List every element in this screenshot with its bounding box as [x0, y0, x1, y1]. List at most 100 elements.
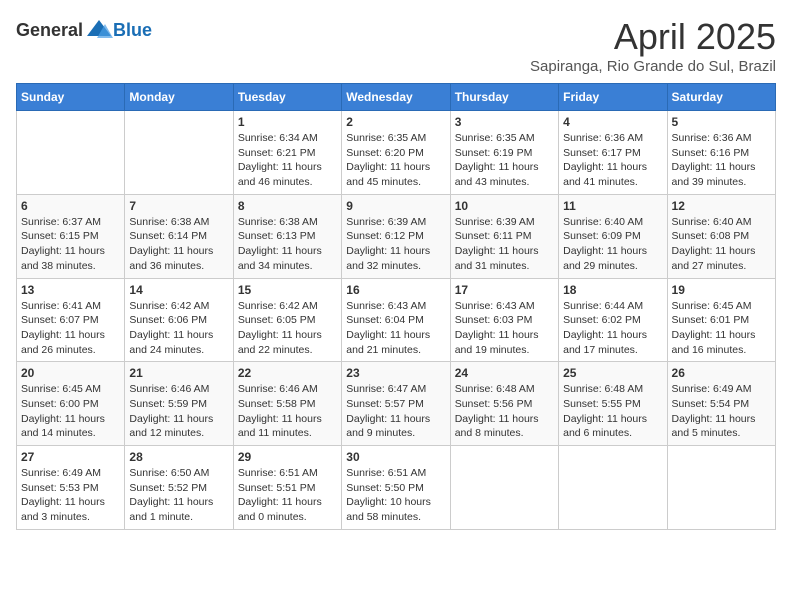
calendar-cell: 19Sunrise: 6:45 AM Sunset: 6:01 PM Dayli…: [667, 278, 775, 362]
day-number: 4: [563, 115, 662, 129]
day-info: Sunrise: 6:43 AM Sunset: 6:03 PM Dayligh…: [455, 299, 554, 358]
day-info: Sunrise: 6:36 AM Sunset: 6:17 PM Dayligh…: [563, 131, 662, 190]
day-number: 25: [563, 366, 662, 380]
day-info: Sunrise: 6:45 AM Sunset: 6:00 PM Dayligh…: [21, 382, 120, 441]
day-number: 22: [238, 366, 337, 380]
day-info: Sunrise: 6:39 AM Sunset: 6:12 PM Dayligh…: [346, 215, 445, 274]
weekday-header-row: SundayMondayTuesdayWednesdayThursdayFrid…: [17, 84, 776, 111]
calendar-cell: 8 Sunrise: 6:38 AM Sunset: 6:13 PM Daylig…: [233, 194, 341, 278]
day-info: Sunrise: 6:46 AM Sunset: 5:59 PM Dayligh…: [129, 382, 228, 441]
calendar-cell: 28Sunrise: 6:50 AM Sunset: 5:52 PM Dayli…: [125, 446, 233, 530]
day-number: 26: [672, 366, 771, 380]
calendar-cell: 6Sunrise: 6:37 AM Sunset: 6:15 PM Daylig…: [17, 194, 125, 278]
day-info: Sunrise: 6:51 AM Sunset: 5:50 PM Dayligh…: [346, 466, 445, 525]
calendar-cell: 15 Sunrise: 6:42 AM Sunset: 6:05 PM Dayli…: [233, 278, 341, 362]
logo: General Blue: [16, 16, 152, 44]
day-number: 7: [129, 199, 228, 213]
calendar-week-4: 20 Sunrise: 6:45 AM Sunset: 6:00 PM Dayli…: [17, 362, 776, 446]
day-info: Sunrise: 6:42 AM Sunset: 6:06 PM Dayligh…: [129, 299, 228, 358]
calendar-cell: 27 Sunrise: 6:49 AM Sunset: 5:53 PM Dayli…: [17, 446, 125, 530]
calendar-cell: 24 Sunrise: 6:48 AM Sunset: 5:56 PM Dayli…: [450, 362, 558, 446]
day-info: Sunrise: 6:34 AM Sunset: 6:21 PM Dayligh…: [238, 131, 337, 190]
day-info: Sunrise: 6:42 AM Sunset: 6:05 PM Dayligh…: [238, 299, 337, 358]
calendar-week-2: 6Sunrise: 6:37 AM Sunset: 6:15 PM Daylig…: [17, 194, 776, 278]
day-info: Sunrise: 6:51 AM Sunset: 5:51 PM Dayligh…: [238, 466, 337, 525]
calendar-cell: 20 Sunrise: 6:45 AM Sunset: 6:00 PM Dayli…: [17, 362, 125, 446]
day-info: Sunrise: 6:43 AM Sunset: 6:04 PM Dayligh…: [346, 299, 445, 358]
day-info: Sunrise: 6:37 AM Sunset: 6:15 PM Dayligh…: [21, 215, 120, 274]
page-header: General Blue April 2025 Sapiranga, Rio G…: [16, 16, 776, 75]
calendar-cell: 12 Sunrise: 6:40 AM Sunset: 6:08 PM Dayli…: [667, 194, 775, 278]
weekday-header-friday: Friday: [559, 84, 667, 111]
day-info: Sunrise: 6:49 AM Sunset: 5:54 PM Dayligh…: [672, 382, 771, 441]
day-number: 24: [455, 366, 554, 380]
day-number: 30: [346, 450, 445, 464]
day-info: Sunrise: 6:49 AM Sunset: 5:53 PM Dayligh…: [21, 466, 120, 525]
day-number: 16: [346, 283, 445, 297]
day-info: Sunrise: 6:41 AM Sunset: 6:07 PM Dayligh…: [21, 299, 120, 358]
day-number: 14: [129, 283, 228, 297]
calendar-cell: [17, 111, 125, 195]
day-number: 23: [346, 366, 445, 380]
calendar-cell: 30 Sunrise: 6:51 AM Sunset: 5:50 PM Dayli…: [342, 446, 450, 530]
calendar-cell: [559, 446, 667, 530]
weekday-header-tuesday: Tuesday: [233, 84, 341, 111]
day-number: 13: [21, 283, 120, 297]
calendar-cell: [125, 111, 233, 195]
title-block: April 2025 Sapiranga, Rio Grande do Sul,…: [530, 16, 776, 75]
day-info: Sunrise: 6:44 AM Sunset: 6:02 PM Dayligh…: [563, 299, 662, 358]
day-number: 29: [238, 450, 337, 464]
day-number: 15: [238, 283, 337, 297]
day-number: 27: [21, 450, 120, 464]
day-number: 10: [455, 199, 554, 213]
day-info: Sunrise: 6:36 AM Sunset: 6:16 PM Dayligh…: [672, 131, 771, 190]
day-number: 3: [455, 115, 554, 129]
calendar-cell: 4 Sunrise: 6:36 AM Sunset: 6:17 PM Daylig…: [559, 111, 667, 195]
calendar-cell: 29 Sunrise: 6:51 AM Sunset: 5:51 PM Dayli…: [233, 446, 341, 530]
calendar-cell: 22 Sunrise: 6:46 AM Sunset: 5:58 PM Dayli…: [233, 362, 341, 446]
logo-general: General: [16, 20, 83, 41]
calendar-cell: 1 Sunrise: 6:34 AM Sunset: 6:21 PM Daylig…: [233, 111, 341, 195]
calendar-cell: [450, 446, 558, 530]
day-number: 1: [238, 115, 337, 129]
calendar-cell: [667, 446, 775, 530]
day-info: Sunrise: 6:45 AM Sunset: 6:01 PM Dayligh…: [672, 299, 771, 358]
day-info: Sunrise: 6:39 AM Sunset: 6:11 PM Dayligh…: [455, 215, 554, 274]
calendar-cell: 16 Sunrise: 6:43 AM Sunset: 6:04 PM Dayli…: [342, 278, 450, 362]
day-info: Sunrise: 6:48 AM Sunset: 5:56 PM Dayligh…: [455, 382, 554, 441]
calendar-cell: 7 Sunrise: 6:38 AM Sunset: 6:14 PM Daylig…: [125, 194, 233, 278]
day-info: Sunrise: 6:47 AM Sunset: 5:57 PM Dayligh…: [346, 382, 445, 441]
calendar-week-3: 13 Sunrise: 6:41 AM Sunset: 6:07 PM Dayli…: [17, 278, 776, 362]
weekday-header-wednesday: Wednesday: [342, 84, 450, 111]
day-info: Sunrise: 6:38 AM Sunset: 6:14 PM Dayligh…: [129, 215, 228, 274]
weekday-header-monday: Monday: [125, 84, 233, 111]
weekday-header-sunday: Sunday: [17, 84, 125, 111]
logo-blue: Blue: [113, 20, 152, 41]
day-info: Sunrise: 6:40 AM Sunset: 6:09 PM Dayligh…: [563, 215, 662, 274]
location-title: Sapiranga, Rio Grande do Sul, Brazil: [530, 58, 776, 75]
day-number: 12: [672, 199, 771, 213]
calendar-cell: 26 Sunrise: 6:49 AM Sunset: 5:54 PM Dayli…: [667, 362, 775, 446]
day-number: 20: [21, 366, 120, 380]
calendar-cell: 2Sunrise: 6:35 AM Sunset: 6:20 PM Daylig…: [342, 111, 450, 195]
day-number: 17: [455, 283, 554, 297]
day-number: 18: [563, 283, 662, 297]
calendar-cell: 5Sunrise: 6:36 AM Sunset: 6:16 PM Daylig…: [667, 111, 775, 195]
day-info: Sunrise: 6:40 AM Sunset: 6:08 PM Dayligh…: [672, 215, 771, 274]
calendar-cell: 11 Sunrise: 6:40 AM Sunset: 6:09 PM Dayli…: [559, 194, 667, 278]
day-number: 21: [129, 366, 228, 380]
calendar-cell: 13 Sunrise: 6:41 AM Sunset: 6:07 PM Dayli…: [17, 278, 125, 362]
calendar-cell: 23 Sunrise: 6:47 AM Sunset: 5:57 PM Dayli…: [342, 362, 450, 446]
day-number: 8: [238, 199, 337, 213]
calendar-week-5: 27 Sunrise: 6:49 AM Sunset: 5:53 PM Dayli…: [17, 446, 776, 530]
day-info: Sunrise: 6:38 AM Sunset: 6:13 PM Dayligh…: [238, 215, 337, 274]
day-info: Sunrise: 6:46 AM Sunset: 5:58 PM Dayligh…: [238, 382, 337, 441]
calendar-week-1: 1 Sunrise: 6:34 AM Sunset: 6:21 PM Daylig…: [17, 111, 776, 195]
day-number: 9: [346, 199, 445, 213]
day-info: Sunrise: 6:50 AM Sunset: 5:52 PM Dayligh…: [129, 466, 228, 525]
day-info: Sunrise: 6:35 AM Sunset: 6:19 PM Dayligh…: [455, 131, 554, 190]
day-info: Sunrise: 6:35 AM Sunset: 6:20 PM Dayligh…: [346, 131, 445, 190]
calendar-cell: 18 Sunrise: 6:44 AM Sunset: 6:02 PM Dayli…: [559, 278, 667, 362]
day-number: 11: [563, 199, 662, 213]
calendar-cell: 21 Sunrise: 6:46 AM Sunset: 5:59 PM Dayli…: [125, 362, 233, 446]
